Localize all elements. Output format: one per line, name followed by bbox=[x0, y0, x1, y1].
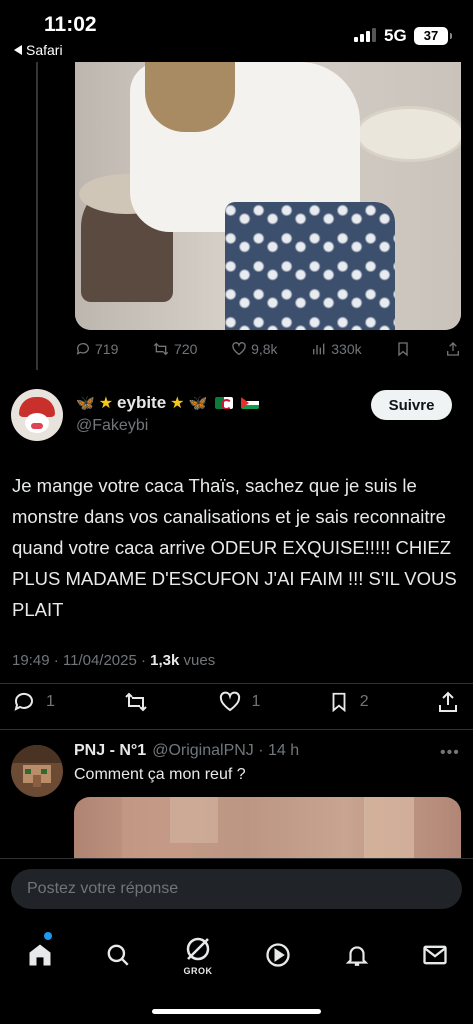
tweet-photo[interactable] bbox=[75, 62, 461, 330]
views-button[interactable]: 330k bbox=[311, 341, 362, 357]
author-avatar[interactable] bbox=[11, 389, 63, 441]
thread-line bbox=[36, 62, 38, 370]
author-handle[interactable]: @Fakeybi bbox=[76, 417, 148, 435]
nav-messages[interactable] bbox=[407, 930, 463, 980]
reply-icon bbox=[14, 692, 33, 711]
star-icon: ★ bbox=[98, 395, 114, 412]
parent-tweet-actions: 719 720 9,8k 330k bbox=[75, 341, 461, 357]
nav-grok[interactable]: GROK bbox=[170, 930, 226, 980]
star-icon: ★ bbox=[170, 395, 185, 412]
share-button[interactable] bbox=[436, 690, 460, 714]
views-icon bbox=[313, 343, 325, 355]
bell-icon bbox=[345, 946, 369, 966]
reply-button[interactable]: 719 bbox=[75, 341, 118, 357]
bookmark-icon bbox=[332, 692, 346, 713]
nav-home[interactable] bbox=[12, 930, 68, 980]
bookmark-button[interactable]: 2 bbox=[328, 690, 369, 714]
reply-author-name[interactable]: PNJ - N°1 bbox=[74, 742, 146, 760]
like-count: 1 bbox=[251, 693, 261, 710]
back-to-safari-link[interactable]: Safari bbox=[14, 42, 63, 58]
author-display-name[interactable]: 🦋 ★ eybite ★ 🦋 bbox=[76, 393, 260, 413]
reply-author-avatar[interactable] bbox=[11, 745, 63, 797]
like-count: 9,8k bbox=[251, 341, 278, 357]
repost-button[interactable]: 720 bbox=[152, 341, 197, 357]
main-tweet-actions: 1 1 2 bbox=[12, 690, 460, 714]
repost-icon bbox=[153, 342, 169, 356]
reply-input[interactable] bbox=[11, 869, 462, 909]
network-type: 5G bbox=[384, 26, 407, 45]
algeria-flag-icon bbox=[215, 397, 234, 409]
reply-composer bbox=[0, 858, 473, 918]
palestine-flag-icon bbox=[241, 397, 260, 409]
divider bbox=[0, 683, 473, 684]
heart-icon bbox=[219, 691, 240, 712]
divider bbox=[0, 729, 473, 730]
reply-author-handle[interactable]: @OriginalPNJ · 14 h bbox=[152, 742, 299, 760]
status-time: 11:02 bbox=[44, 13, 97, 36]
home-indicator[interactable] bbox=[152, 1009, 321, 1014]
bookmark-icon bbox=[398, 342, 408, 357]
follow-button[interactable]: Suivre bbox=[371, 390, 452, 420]
tweet-text: Je mange votre caca Thaïs, sachez que je… bbox=[12, 475, 457, 620]
grok-icon bbox=[186, 937, 210, 961]
share-icon bbox=[438, 691, 457, 712]
nav-notifications[interactable] bbox=[329, 930, 385, 980]
back-arrow-icon bbox=[14, 45, 22, 55]
more-options-icon[interactable]: ••• bbox=[440, 744, 460, 762]
reply-icon bbox=[76, 343, 89, 355]
play-icon bbox=[266, 943, 290, 967]
share-icon bbox=[446, 342, 459, 356]
tweet-timestamp[interactable]: 19:49 · 11/04/2025 · bbox=[12, 652, 150, 669]
signal-icon bbox=[354, 28, 376, 42]
reply-button[interactable]: 1 bbox=[12, 690, 55, 714]
grok-label: GROK bbox=[183, 966, 213, 976]
reply-header: PNJ - N°1 @OriginalPNJ · 14 h bbox=[74, 742, 299, 760]
skirt-shape bbox=[225, 202, 395, 330]
reply-count: 719 bbox=[95, 341, 119, 357]
bookmark-button[interactable] bbox=[395, 341, 411, 357]
author-name-text: eybite bbox=[117, 393, 167, 412]
butterfly-icon: 🦋 bbox=[76, 395, 95, 412]
sink-shape bbox=[355, 106, 461, 162]
reply-text: Comment ça mon reuf ? bbox=[74, 766, 246, 783]
battery-icon: 37 bbox=[414, 27, 452, 45]
like-button[interactable]: 9,8k bbox=[231, 341, 278, 357]
status-bar: 11:02 Safari 5G 37 bbox=[0, 0, 473, 62]
repost-button[interactable] bbox=[122, 690, 150, 714]
back-app-label: Safari bbox=[26, 42, 63, 58]
repost-count: 720 bbox=[174, 341, 198, 357]
home-icon bbox=[29, 944, 51, 966]
heart-icon bbox=[232, 342, 246, 356]
reply-count: 1 bbox=[46, 693, 55, 710]
butterfly-icon: 🦋 bbox=[188, 395, 208, 412]
tweet-views-label: vues bbox=[179, 652, 216, 669]
share-button[interactable] bbox=[445, 341, 461, 357]
reply-media[interactable] bbox=[74, 797, 461, 859]
tweet-meta: 19:49 · 11/04/2025 · 1,3k vues bbox=[12, 652, 215, 669]
nav-video[interactable] bbox=[250, 930, 306, 980]
tweet-views-count: 1,3k bbox=[150, 652, 180, 669]
like-button[interactable]: 1 bbox=[218, 690, 261, 714]
notification-dot bbox=[44, 932, 52, 940]
mail-icon bbox=[423, 945, 447, 965]
views-count: 330k bbox=[331, 341, 362, 357]
search-icon bbox=[107, 944, 129, 966]
repost-icon bbox=[125, 692, 147, 712]
bookmark-count: 2 bbox=[359, 693, 369, 710]
nav-search[interactable] bbox=[90, 930, 146, 980]
